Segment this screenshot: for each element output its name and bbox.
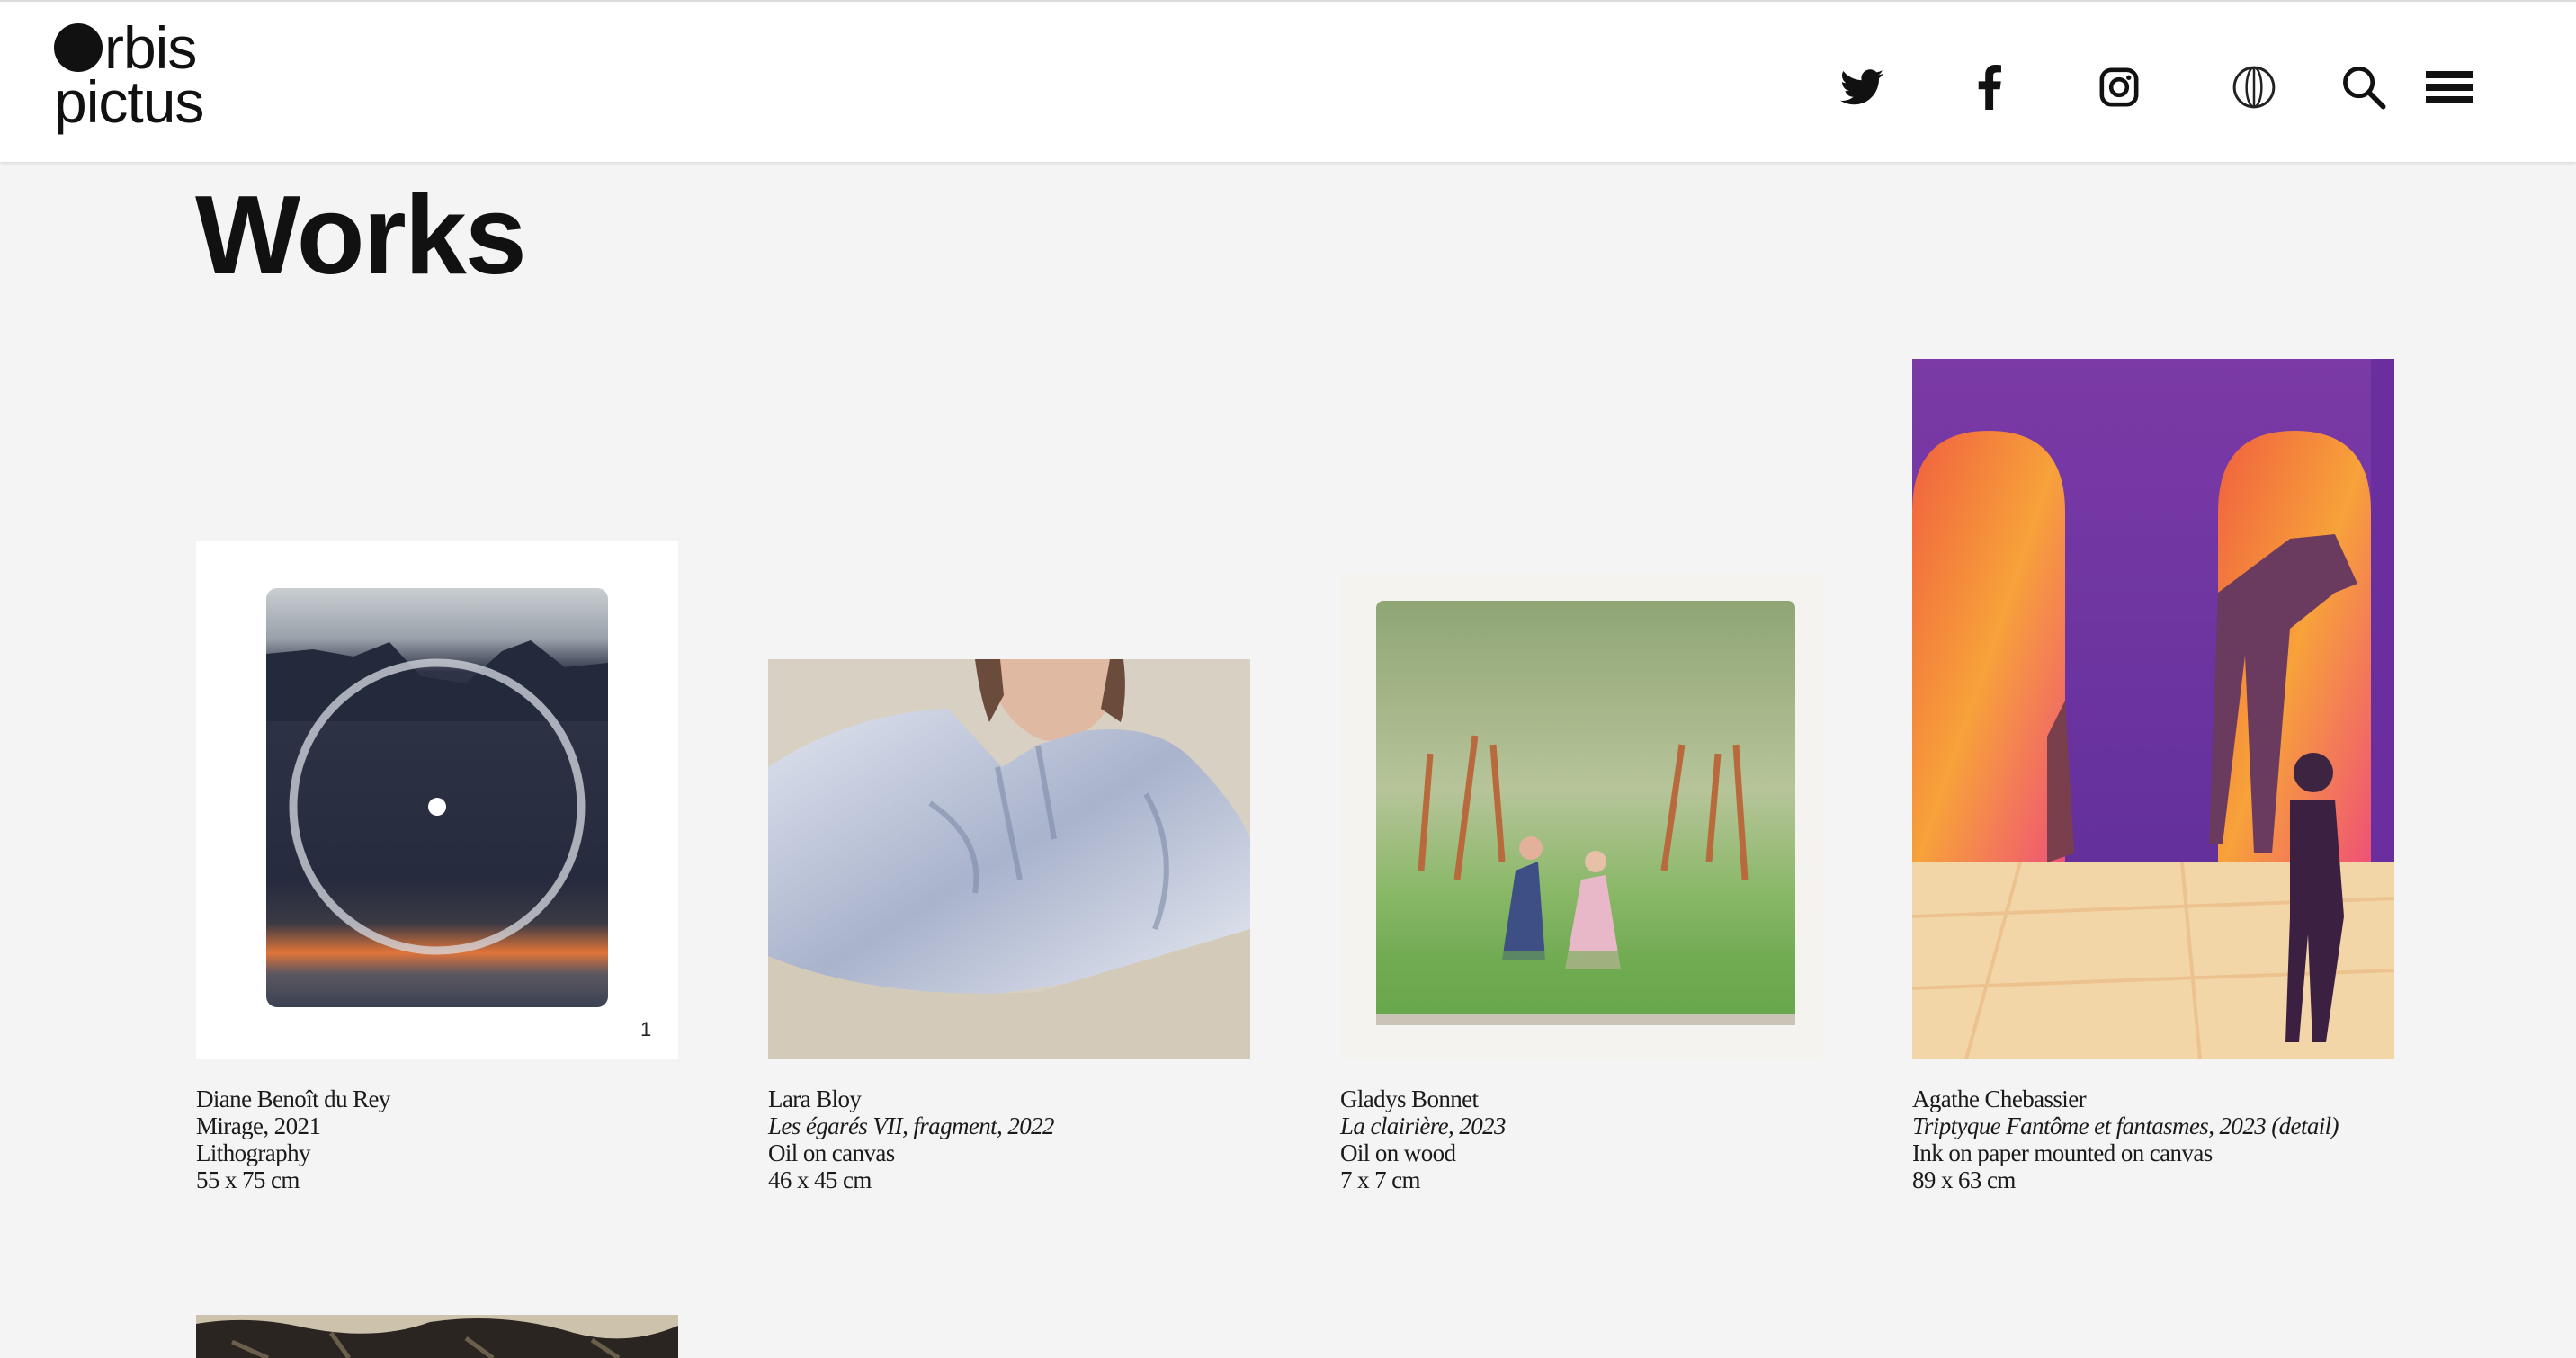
page-title: Works [195, 174, 527, 298]
work-caption: Gladys Bonnet La clairière, 2023 Oil on … [1340, 1086, 1898, 1193]
work-medium: Ink on paper mounted on canvas [1912, 1139, 2213, 1166]
work-medium: Oil on canvas [768, 1139, 895, 1166]
work-caption: Diane Benoît du Rey Mirage, 2021 Lithogr… [196, 1086, 754, 1193]
work-artist: Diane Benoît du Rey [196, 1086, 390, 1112]
artwork-image[interactable]: 1 [196, 541, 678, 1059]
work-caption: Agathe Chebassier Triptyque Fantôme et f… [1912, 1086, 2470, 1193]
work-title: La clairière, 2023 [1340, 1112, 1507, 1139]
work-title: Les égarés VII, fragment, 2022 [768, 1112, 1055, 1139]
contrast-icon[interactable] [2227, 56, 2281, 119]
work-size: 46 x 45 cm [768, 1166, 872, 1193]
site-header: rbis pictus [0, 0, 2576, 162]
work-artist: Lara Bloy [768, 1086, 862, 1112]
facebook-icon[interactable] [1963, 56, 2017, 119]
artwork-image[interactable] [1912, 359, 2394, 1059]
search-icon[interactable] [2337, 56, 2391, 119]
menu-icon[interactable] [2422, 56, 2476, 119]
work-size: 55 x 75 cm [196, 1166, 300, 1193]
image-index-badge: 1 [640, 1018, 651, 1041]
artwork-image[interactable] [196, 1315, 678, 1358]
twitter-icon[interactable] [1835, 56, 1889, 119]
work-caption: Lara Bloy Les égarés VII, fragment, 2022… [768, 1086, 1326, 1193]
artwork-image[interactable] [768, 659, 1250, 1059]
work-medium: Lithography [196, 1139, 310, 1166]
work-medium: Oil on wood [1340, 1139, 1456, 1166]
work-title: Mirage, 2021 [196, 1112, 321, 1139]
instagram-icon[interactable] [2092, 56, 2146, 119]
artwork-image[interactable] [1340, 574, 1822, 1059]
work-artist: Gladys Bonnet [1340, 1086, 1479, 1112]
work-title: Triptyque Fantôme et fantasmes, 2023 (de… [1912, 1112, 2339, 1139]
work-artist: Agathe Chebassier [1912, 1086, 2087, 1112]
work-size: 7 x 7 cm [1340, 1166, 1421, 1193]
work-size: 89 x 63 cm [1912, 1166, 2016, 1193]
